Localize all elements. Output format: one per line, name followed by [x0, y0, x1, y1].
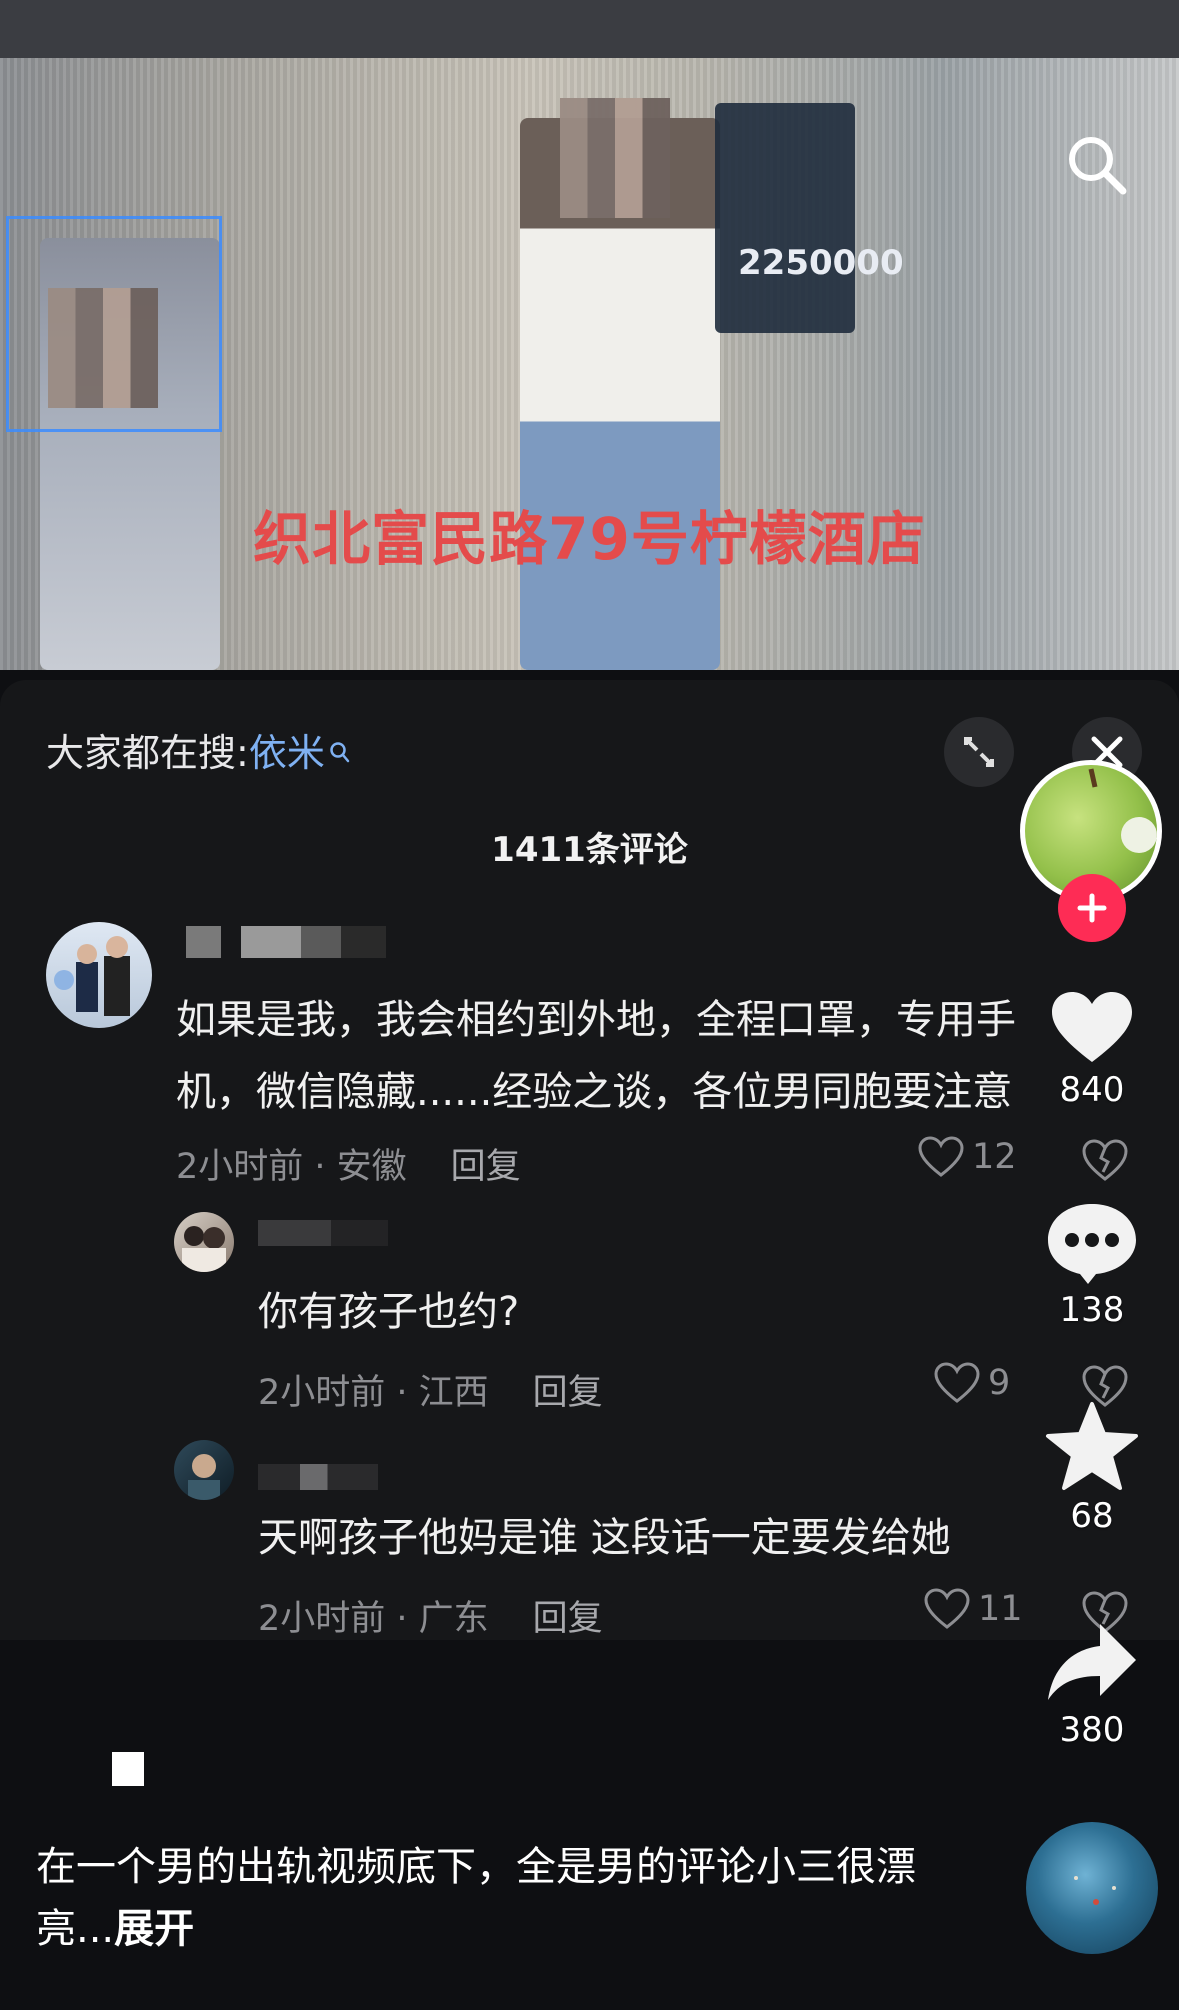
comment-text-line: 机，微信隐藏......经验之谈，各位男同胞要注意	[176, 1069, 1013, 1115]
comment-time-location: 2小时前 · 广东	[258, 1599, 489, 1639]
username-blurred[interactable]	[258, 1220, 388, 1246]
share-arrow-icon	[1048, 1624, 1136, 1700]
avatar[interactable]	[174, 1440, 234, 1500]
heart-icon	[1052, 992, 1132, 1062]
like-button[interactable]: 840	[1050, 990, 1134, 1110]
video-player[interactable]: 2250000 织北富民路79号柠檬酒店	[0, 58, 1179, 670]
comment-meta: 2小时前 · 安徽 回复	[176, 1138, 521, 1189]
comment-meta: 2小时前 · 江西 回复	[258, 1364, 603, 1415]
post-description[interactable]: 在一个男的出轨视频底下，全是男的评论小三很漂亮...展开	[36, 1836, 916, 1960]
comment-text: 如果是我，我会相约到外地，全程口罩，专用手 机，微信隐藏......经验之谈，各…	[176, 984, 1016, 1128]
reply-button[interactable]: 回复	[533, 1373, 603, 1413]
username-blurred[interactable]	[258, 1464, 378, 1490]
music-disc[interactable]	[1026, 1822, 1158, 1954]
video-face-blur-man	[560, 98, 670, 218]
share-button[interactable]: 380	[1044, 1620, 1140, 1750]
reply-button[interactable]: 回复	[451, 1147, 521, 1187]
comment-like-button[interactable]: 9	[934, 1362, 1010, 1404]
comment-button[interactable]: 138	[1044, 1200, 1140, 1330]
video-sign	[715, 103, 855, 333]
small-search-icon	[329, 730, 351, 774]
comment-like-count: 11	[978, 1589, 1023, 1629]
favorite-button[interactable]: 68	[1044, 1400, 1140, 1536]
comment-text: 你有孩子也约?	[258, 1289, 520, 1335]
comment-like-count: 12	[972, 1137, 1017, 1177]
video-sign-number: 2250000	[738, 243, 904, 283]
avatar[interactable]	[46, 922, 152, 1028]
comment-like-count: 9	[988, 1363, 1011, 1403]
heart-outline-icon	[934, 1362, 980, 1403]
video-caption: 织北富民路79号柠檬酒店	[253, 505, 926, 573]
star-icon	[1046, 1402, 1138, 1490]
trending-keyword[interactable]: 依米	[249, 731, 325, 775]
status-bar	[0, 0, 1179, 58]
comment-text: 天啊孩子他妈是谁 这段话一定要发给她	[258, 1515, 951, 1561]
expand-button[interactable]	[944, 717, 1014, 787]
comment-rail-count: 138	[1059, 1290, 1125, 1330]
comment-like-button[interactable]: 11	[924, 1588, 1023, 1630]
reply-button[interactable]: 回复	[533, 1599, 603, 1639]
like-count: 840	[1059, 1070, 1125, 1110]
comment-meta: 2小时前 · 广东 回复	[258, 1590, 603, 1641]
plus-icon	[1077, 893, 1107, 923]
username-blurred[interactable]	[186, 926, 436, 958]
expand-description-button[interactable]: 展开	[114, 1906, 194, 1952]
dislike-icon[interactable]	[1082, 1138, 1128, 1182]
trending-search[interactable]: 大家都在搜:依米	[46, 722, 351, 777]
author-name-blurred[interactable]	[112, 1752, 144, 1786]
search-icon[interactable]	[1065, 133, 1129, 197]
share-count: 380	[1059, 1710, 1125, 1750]
comment-time-location: 2小时前 · 安徽	[176, 1147, 407, 1187]
expand-icon	[964, 737, 994, 767]
comment-like-button[interactable]: 12	[918, 1136, 1017, 1178]
heart-outline-icon	[924, 1588, 970, 1629]
comment-count: 1411条评论	[491, 830, 688, 870]
video-focus-box	[6, 216, 222, 432]
favorite-count: 68	[1070, 1496, 1114, 1536]
music-cover-image	[1074, 1876, 1116, 1905]
follow-button[interactable]	[1058, 874, 1126, 942]
comment-text-line: 如果是我，我会相约到外地，全程口罩，专用手	[176, 997, 1016, 1043]
comment-time-location: 2小时前 · 江西	[258, 1373, 489, 1413]
comment-bubble-icon	[1048, 1204, 1136, 1284]
avatar[interactable]	[174, 1212, 234, 1272]
heart-outline-icon	[918, 1136, 964, 1177]
trending-prefix: 大家都在搜:	[46, 731, 249, 775]
